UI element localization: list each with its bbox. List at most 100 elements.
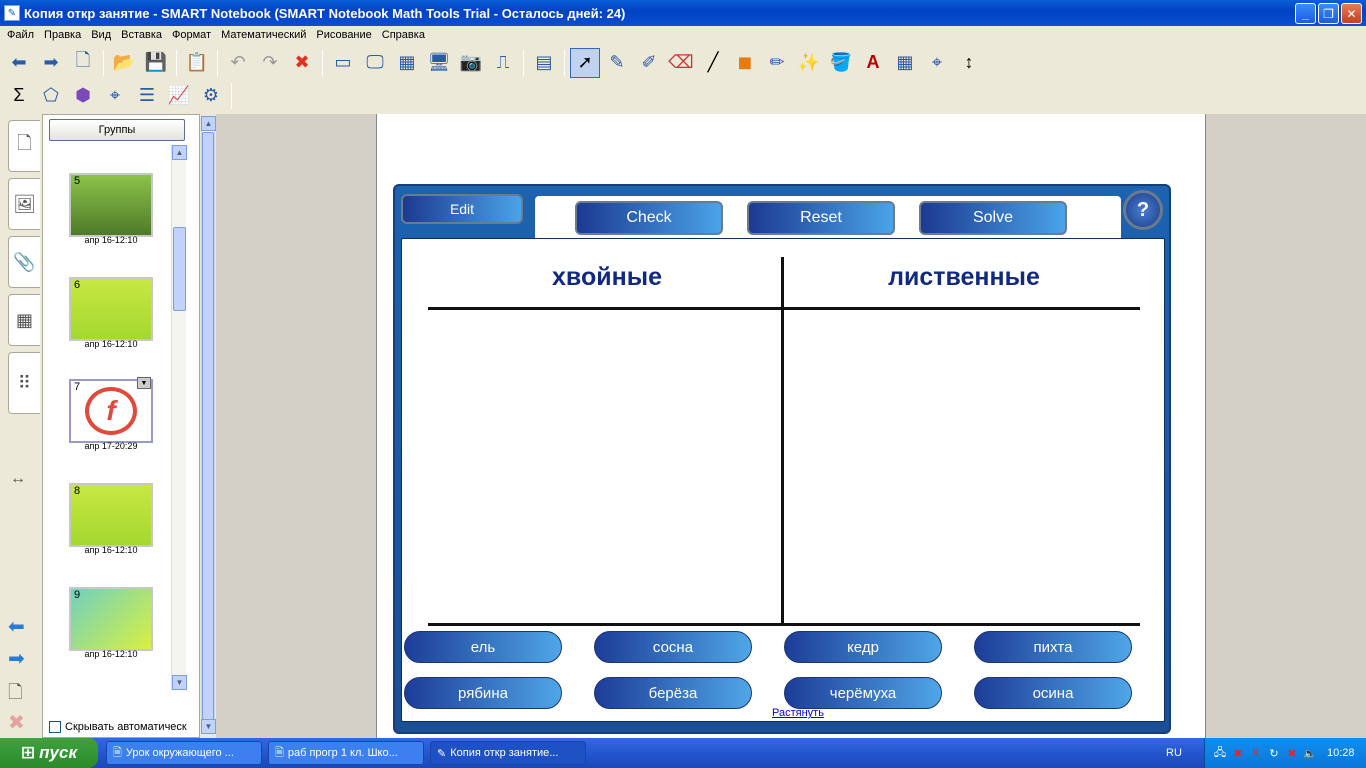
- close-button[interactable]: ✕: [1341, 3, 1362, 24]
- menu-view[interactable]: Вид: [86, 29, 116, 41]
- canvas-scroll-up-icon[interactable]: ▲: [201, 116, 216, 131]
- chip-cheremukha[interactable]: черёмуха: [784, 677, 942, 709]
- chip-el[interactable]: ель: [404, 631, 562, 663]
- menu-insert[interactable]: Вставка: [116, 29, 167, 41]
- groups-button[interactable]: Группы: [49, 119, 185, 141]
- delete-page-icon[interactable]: ✖: [8, 710, 25, 735]
- solve-button[interactable]: Solve: [919, 201, 1067, 235]
- thumb-menu-icon[interactable]: ▼: [137, 377, 151, 389]
- chip-kedr[interactable]: кедр: [784, 631, 942, 663]
- dual-page-icon[interactable]: 🖥: [424, 48, 454, 78]
- autohide-option[interactable]: Скрывать автоматическ: [49, 721, 187, 733]
- prev-page-icon[interactable]: ⬅: [8, 614, 25, 639]
- undo-icon[interactable]: ↶: [223, 48, 253, 78]
- creative-pen-icon[interactable]: ✐: [634, 48, 664, 78]
- notebook-page[interactable]: Edit Check Reset Solve ? хвойные листвен…: [376, 114, 1206, 738]
- menu-edit[interactable]: Правка: [39, 29, 86, 41]
- shape-tool-icon[interactable]: ⬠: [36, 81, 66, 111]
- update-icon[interactable]: ↻: [1267, 746, 1281, 760]
- properties-tab-icon[interactable]: ▦: [8, 294, 40, 346]
- screen-capture-icon[interactable]: 📷: [456, 48, 486, 78]
- antivirus-icon[interactable]: K: [1249, 746, 1263, 760]
- scroll-down-icon[interactable]: ▼: [172, 675, 187, 690]
- select-cursor-icon[interactable]: ➚: [570, 47, 600, 78]
- page-thumb-6[interactable]: 6: [69, 277, 153, 341]
- save-icon[interactable]: 💾: [141, 48, 171, 78]
- canvas-scrollbar-thumb[interactable]: [202, 132, 214, 720]
- menu-help[interactable]: Справка: [377, 29, 430, 41]
- panel-splitter[interactable]: ▲ ▼: [200, 114, 216, 738]
- minimize-button[interactable]: _: [1295, 3, 1316, 24]
- transparent-bg-icon[interactable]: ▦: [392, 48, 422, 78]
- shapes-icon[interactable]: ◼: [730, 48, 760, 78]
- menu-math[interactable]: Математический: [216, 29, 311, 41]
- chip-pikhta[interactable]: пихта: [974, 631, 1132, 663]
- delete-icon[interactable]: ✖: [287, 48, 317, 78]
- redo-icon[interactable]: ↷: [255, 48, 285, 78]
- canvas-scroll-down-icon[interactable]: ▼: [201, 719, 216, 734]
- pen-icon[interactable]: ✎: [602, 48, 632, 78]
- reset-button[interactable]: Reset: [747, 201, 895, 235]
- forward-arrow-icon[interactable]: ➡: [36, 48, 66, 78]
- addons-icon[interactable]: ⠿: [8, 352, 40, 414]
- back-arrow-icon[interactable]: ⬅: [4, 48, 34, 78]
- chip-ryabina[interactable]: рябина: [404, 677, 562, 709]
- stretch-link[interactable]: Растянуть: [772, 707, 824, 719]
- task-button-3[interactable]: ✎ Копия откр занятие...: [430, 741, 586, 765]
- resize-arrows-icon[interactable]: ↔: [10, 470, 26, 488]
- page-thumb-9[interactable]: 9: [69, 587, 153, 651]
- volume-icon[interactable]: 🔈: [1303, 746, 1317, 760]
- equation-icon[interactable]: Σ: [4, 81, 34, 111]
- line-icon[interactable]: ╱: [698, 48, 728, 78]
- start-button[interactable]: ⊞ пуск: [0, 738, 98, 768]
- help-icon[interactable]: ?: [1123, 190, 1163, 230]
- eraser-icon[interactable]: ⌫: [666, 48, 696, 78]
- screen-shade-icon[interactable]: ▭: [328, 48, 358, 78]
- scrollbar-thumb[interactable]: [173, 227, 186, 311]
- check-button[interactable]: Check: [575, 201, 723, 235]
- graph-icon[interactable]: 📈: [164, 81, 194, 111]
- move-toolbar-icon[interactable]: ↕: [954, 48, 984, 78]
- menu-format[interactable]: Формат: [167, 29, 216, 41]
- chip-osina[interactable]: осина: [974, 677, 1132, 709]
- table-insert-icon[interactable]: ☰: [132, 81, 162, 111]
- page-sorter-icon[interactable]: 🗋: [8, 120, 40, 172]
- add-page-icon[interactable]: 🗋: [68, 48, 98, 78]
- fill-icon[interactable]: 🪣: [826, 48, 856, 78]
- properties-icon[interactable]: ▦: [890, 48, 920, 78]
- gallery-icon[interactable]: 🖼: [8, 178, 40, 230]
- magic-pen-icon[interactable]: ✨: [794, 48, 824, 78]
- measurement-tools-icon[interactable]: ⌖: [922, 48, 952, 78]
- fullscreen-icon[interactable]: 🖵: [360, 48, 390, 78]
- network-icon[interactable]: 🖧: [1213, 746, 1227, 760]
- paste-icon[interactable]: 📋: [182, 48, 212, 78]
- chip-sosna[interactable]: сосна: [594, 631, 752, 663]
- alert-icon[interactable]: ✖: [1285, 746, 1299, 760]
- page-thumb-8[interactable]: 8: [69, 483, 153, 547]
- table-icon[interactable]: ▤: [529, 48, 559, 78]
- task-button-2[interactable]: 🗎 раб прогр 1 кл. Шко...: [268, 741, 424, 765]
- attachments-icon[interactable]: 📎: [8, 236, 40, 288]
- scroll-up-icon[interactable]: ▲: [172, 145, 187, 160]
- menu-draw[interactable]: Рисование: [311, 29, 376, 41]
- text-icon[interactable]: A: [858, 48, 888, 78]
- compass-icon[interactable]: ⌖: [100, 81, 130, 111]
- maximize-button[interactable]: ❐: [1318, 3, 1339, 24]
- page-thumb-7[interactable]: 7 f ▼: [69, 377, 153, 443]
- next-page-icon[interactable]: ➡: [8, 646, 25, 671]
- page-thumb-5[interactable]: 5: [69, 173, 153, 237]
- security-icon[interactable]: ✖: [1231, 746, 1245, 760]
- edit-button[interactable]: Edit: [401, 194, 523, 224]
- recognition-pen-icon[interactable]: ✏: [762, 48, 792, 78]
- menu-file[interactable]: Файл: [2, 29, 39, 41]
- new-page-icon[interactable]: 🗋: [8, 680, 22, 710]
- autohide-checkbox[interactable]: [49, 721, 61, 733]
- language-indicator[interactable]: RU: [1166, 747, 1182, 759]
- open-folder-icon[interactable]: 📂: [109, 48, 139, 78]
- chip-bereza[interactable]: берёза: [594, 677, 752, 709]
- document-camera-icon[interactable]: ⎍: [488, 48, 518, 78]
- polygon-icon[interactable]: ⬢: [68, 81, 98, 111]
- geometry-icon[interactable]: ⚙: [196, 81, 226, 111]
- sorter-scrollbar[interactable]: ▲ ▼: [171, 145, 187, 690]
- task-button-1[interactable]: 🗎 Урок окружающего ...: [106, 741, 262, 765]
